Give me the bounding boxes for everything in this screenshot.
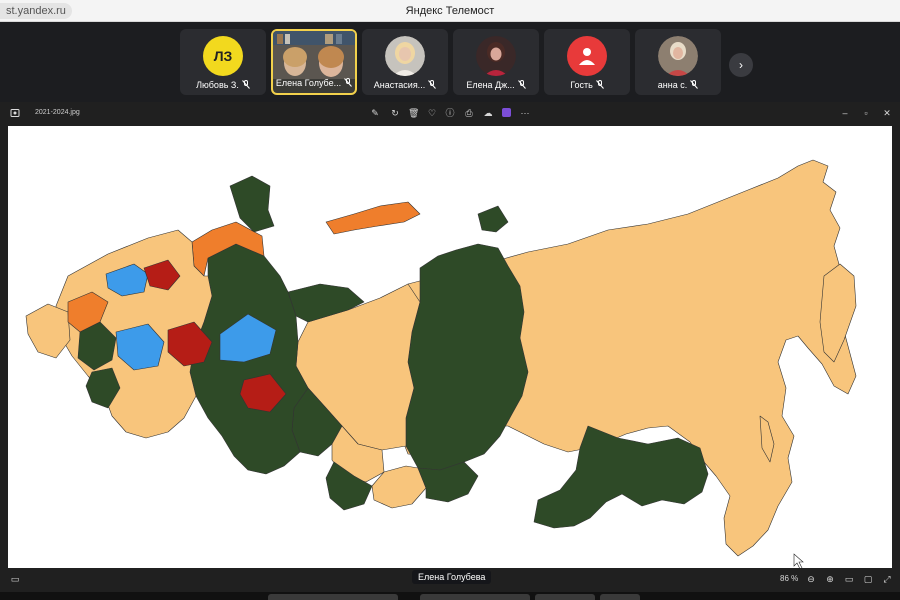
fullscreen-icon[interactable]: ⤢ [882, 574, 892, 584]
participant-name: Анастасия... [373, 80, 426, 90]
participant-name: Любовь З. [196, 80, 239, 90]
speaker-name-label: Елена Голубева [412, 570, 492, 584]
region-kamchatka [819, 263, 857, 363]
bottom-controls-strip [0, 592, 900, 600]
participant-tile-guest[interactable]: Гость [544, 29, 630, 95]
avatar [476, 36, 516, 76]
participant-tile-elena-dzh[interactable]: Елена Дж... [453, 29, 539, 95]
russia-map-image [8, 126, 892, 570]
participant-tile-anna[interactable]: анна с. [635, 29, 721, 95]
window-title: Яндекс Телемост [405, 5, 495, 17]
zoom-level: 86 % [780, 574, 799, 583]
participant-tile-elena-golubeva[interactable]: Елена Голубе... [271, 29, 357, 95]
control-tab[interactable] [268, 594, 398, 600]
participant-name: Елена Голубе... [275, 78, 342, 88]
participant-tile-lubov[interactable]: ЛЗ Любовь З. [180, 29, 266, 95]
avatar [385, 36, 425, 76]
mic-off-icon [595, 80, 604, 89]
file-name: 2021-2024.jpg [35, 109, 80, 116]
control-tab[interactable] [600, 594, 640, 600]
mic-off-icon [690, 80, 699, 89]
participant-name: анна с. [657, 80, 688, 90]
viewer-toolbar: 2021-2024.jpg ✎ ↻ 🗑 ♡ ⓘ ⎙ ☁ ··· – ▫ ✕ [0, 102, 900, 126]
mic-off-icon [241, 80, 250, 89]
zoom-out-icon[interactable]: ⊖ [806, 574, 816, 584]
maximize-icon[interactable]: ▫ [861, 108, 871, 118]
next-participants-button[interactable]: › [729, 53, 753, 77]
clipchamp-icon[interactable] [502, 108, 511, 117]
rotate-icon[interactable]: ↻ [390, 108, 400, 118]
participant-name: Елена Дж... [466, 80, 515, 90]
mouse-cursor-icon [793, 553, 804, 570]
more-icon[interactable]: ··· [520, 108, 530, 118]
region-kaliningrad [25, 303, 71, 359]
participants-strip: ЛЗ Любовь З. Елена Голубе... Анастасия..… [0, 22, 900, 100]
avatar: ЛЗ [203, 36, 243, 76]
filmstrip-icon[interactable]: ▭ [10, 574, 20, 584]
avatar [658, 36, 698, 76]
chevron-right-icon: › [739, 58, 743, 72]
close-icon[interactable]: ✕ [882, 108, 892, 118]
mic-off-icon [517, 80, 526, 89]
video-thumbnail [273, 31, 355, 79]
control-tab[interactable] [420, 594, 530, 600]
user-icon [579, 48, 595, 65]
participant-tile-anastasia[interactable]: Анастасия... [362, 29, 448, 95]
region-novaya-zemlya [325, 201, 421, 235]
avatar [567, 36, 607, 76]
region-taymyr-north [477, 205, 509, 233]
map-svg [25, 159, 857, 570]
browser-titlebar: st.yandex.ru Яндекс Телемост [0, 0, 900, 22]
participant-name: Гость [570, 80, 593, 90]
mic-off-icon [344, 78, 352, 87]
zoom-in-icon[interactable]: ⊕ [825, 574, 835, 584]
onedrive-icon[interactable]: ☁ [483, 108, 493, 118]
print-icon[interactable]: ⎙ [464, 108, 474, 118]
favorite-icon[interactable]: ♡ [427, 108, 437, 118]
control-tab[interactable] [535, 594, 595, 600]
minimize-icon[interactable]: – [840, 108, 850, 118]
fit-to-window-icon[interactable]: ▭ [844, 574, 854, 584]
shared-screen-viewer: 2021-2024.jpg ✎ ↻ 🗑 ♡ ⓘ ⎙ ☁ ··· – ▫ ✕ ▭ … [0, 102, 900, 592]
gallery-icon[interactable] [10, 108, 20, 118]
actual-size-icon[interactable]: ▢ [863, 574, 873, 584]
delete-icon[interactable]: 🗑 [408, 108, 419, 118]
mic-off-icon [428, 80, 437, 89]
edit-icon[interactable]: ✎ [370, 108, 380, 118]
info-icon[interactable]: ⓘ [445, 108, 455, 118]
region-krasnoyarsk [405, 243, 529, 471]
